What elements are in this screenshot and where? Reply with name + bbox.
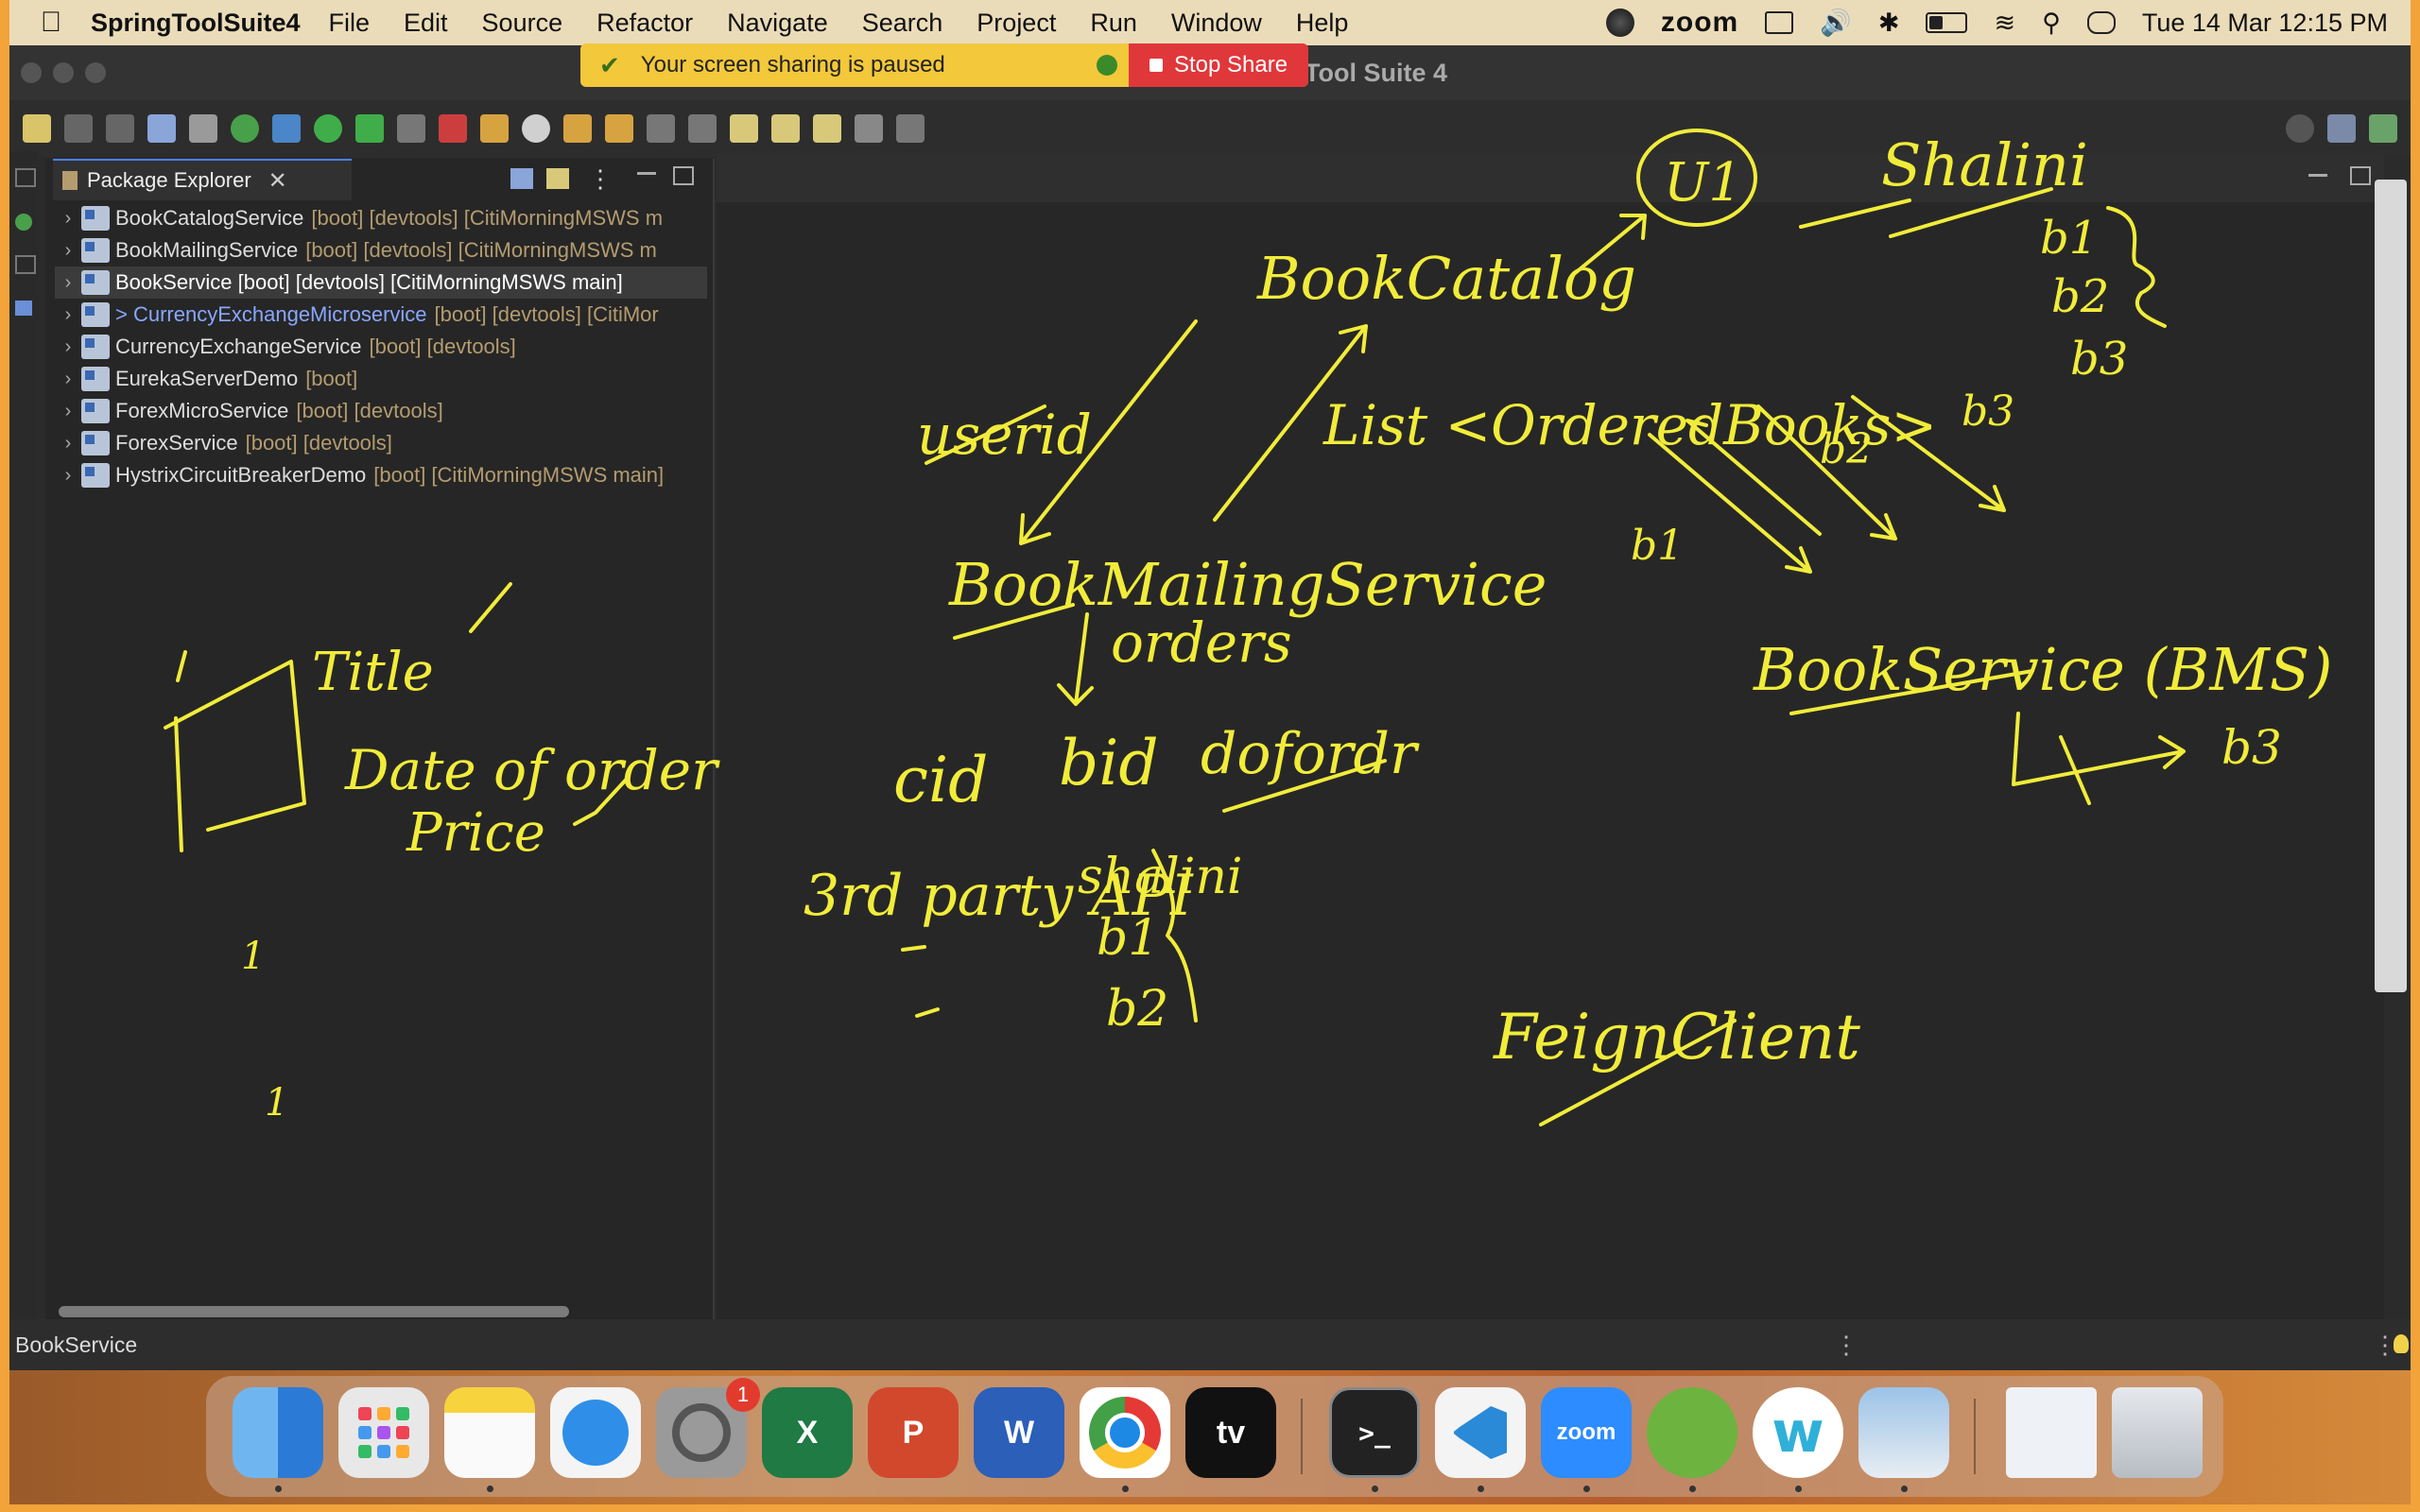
powerpoint-icon[interactable]: P <box>868 1387 959 1478</box>
textedit-document-icon[interactable] <box>2006 1387 2097 1478</box>
note-u1: U1 <box>1664 152 1742 214</box>
note-bookcatalog: BookCatalog <box>1256 244 1636 313</box>
note-b1-bottom: shalini <box>1078 849 1243 905</box>
running-indicator <box>487 1486 493 1492</box>
note-b3-top: b3 <box>2070 333 2128 386</box>
note-price: Price <box>406 802 545 864</box>
running-indicator <box>1122 1486 1129 1492</box>
running-indicator <box>1583 1486 1590 1492</box>
note-shalini-top: Shalini <box>1881 130 2088 199</box>
brace-right <box>2106 206 2167 328</box>
note-b3-bottom: b2 <box>1106 981 1168 1038</box>
note-userid: userid <box>917 403 1092 467</box>
note-b1-top: b1 <box>2040 212 2098 265</box>
note-bookmailingservice: BookMailingService <box>948 550 1547 619</box>
dash-marks <box>901 945 940 1018</box>
note-orders: orders <box>1111 610 1292 675</box>
notification-badge: 1 <box>726 1378 760 1412</box>
running-indicator <box>1689 1486 1696 1492</box>
apple-tv-icon[interactable]: tv <box>1185 1387 1276 1478</box>
preview-icon[interactable] <box>1858 1387 1949 1478</box>
running-indicator <box>1372 1486 1378 1492</box>
safari-icon[interactable] <box>550 1387 641 1478</box>
notes-icon[interactable] <box>444 1387 535 1478</box>
status-menu-icon[interactable]: ⋮ <box>1834 1331 1858 1360</box>
running-indicator <box>275 1486 282 1492</box>
dock: 1 X P W tv >_ zoom w <box>206 1376 2223 1497</box>
word-letter: W <box>1003 1414 1035 1451</box>
running-indicator <box>1478 1486 1484 1492</box>
note-b2-top: b2 <box>2051 270 2109 323</box>
webex-icon[interactable]: w <box>1753 1387 1843 1478</box>
tip-lightbulb-icon[interactable] <box>2394 1334 2409 1353</box>
date-picker-sketch <box>164 650 306 852</box>
running-indicator <box>1795 1486 1802 1492</box>
dock-separator <box>1301 1399 1303 1474</box>
whiteboard-ink: U1 Shalini BookCatalog b1 b2 b3 userid L… <box>164 129 2332 1126</box>
screen:  SpringToolSuite4 File Edit Source Refa… <box>9 0 2411 1504</box>
note-bookservice-bms: BookService (BMS) <box>1753 635 2332 704</box>
ppt-letter: P <box>902 1414 925 1451</box>
zoom-app-icon[interactable]: zoom <box>1541 1387 1632 1478</box>
note-one-a: 1 <box>241 935 265 978</box>
note-3rd-party: b3 <box>2221 720 2282 775</box>
running-indicator <box>1901 1486 1908 1492</box>
spring-tool-suite-icon[interactable] <box>1647 1387 1737 1478</box>
note-date-of-order: Date of order <box>344 738 720 802</box>
arrow-3rd-party <box>2012 712 2186 805</box>
status-bar: BookService ⋮ ⋮ <box>9 1319 2411 1370</box>
vscode-icon[interactable] <box>1435 1387 1526 1478</box>
status-text: BookService <box>15 1332 138 1357</box>
trash-icon[interactable] <box>2112 1387 2203 1478</box>
note-b2-bottom: b1 <box>1097 910 1159 967</box>
note-b2-mid: b2 <box>1820 425 1873 473</box>
dock-separator <box>1974 1399 1976 1474</box>
excel-icon[interactable]: X <box>762 1387 853 1478</box>
terminal-app-icon[interactable]: >_ <box>1329 1387 1420 1478</box>
tv-label: tv <box>1216 1414 1246 1451</box>
note-one-b: 1 <box>265 1081 288 1125</box>
check-title <box>469 582 512 633</box>
zoom-app-label: zoom <box>1556 1419 1616 1445</box>
note-b3-mid: b3 <box>1962 387 2014 436</box>
launchpad-icon[interactable] <box>338 1387 429 1478</box>
finder-icon[interactable] <box>233 1387 323 1478</box>
note-feignclient: FeignClient <box>1493 1001 1860 1074</box>
excel-letter: X <box>796 1414 819 1451</box>
note-title: Title <box>312 642 434 703</box>
note-cid: cid <box>893 744 988 816</box>
note-dofordr: dofordr <box>1201 721 1420 787</box>
chrome-icon[interactable] <box>1080 1387 1170 1478</box>
word-icon[interactable]: W <box>974 1387 1064 1478</box>
note-b1-mid: b1 <box>1631 522 1684 570</box>
note-bid: bid <box>1059 727 1159 799</box>
arrow-orders <box>1057 612 1094 706</box>
